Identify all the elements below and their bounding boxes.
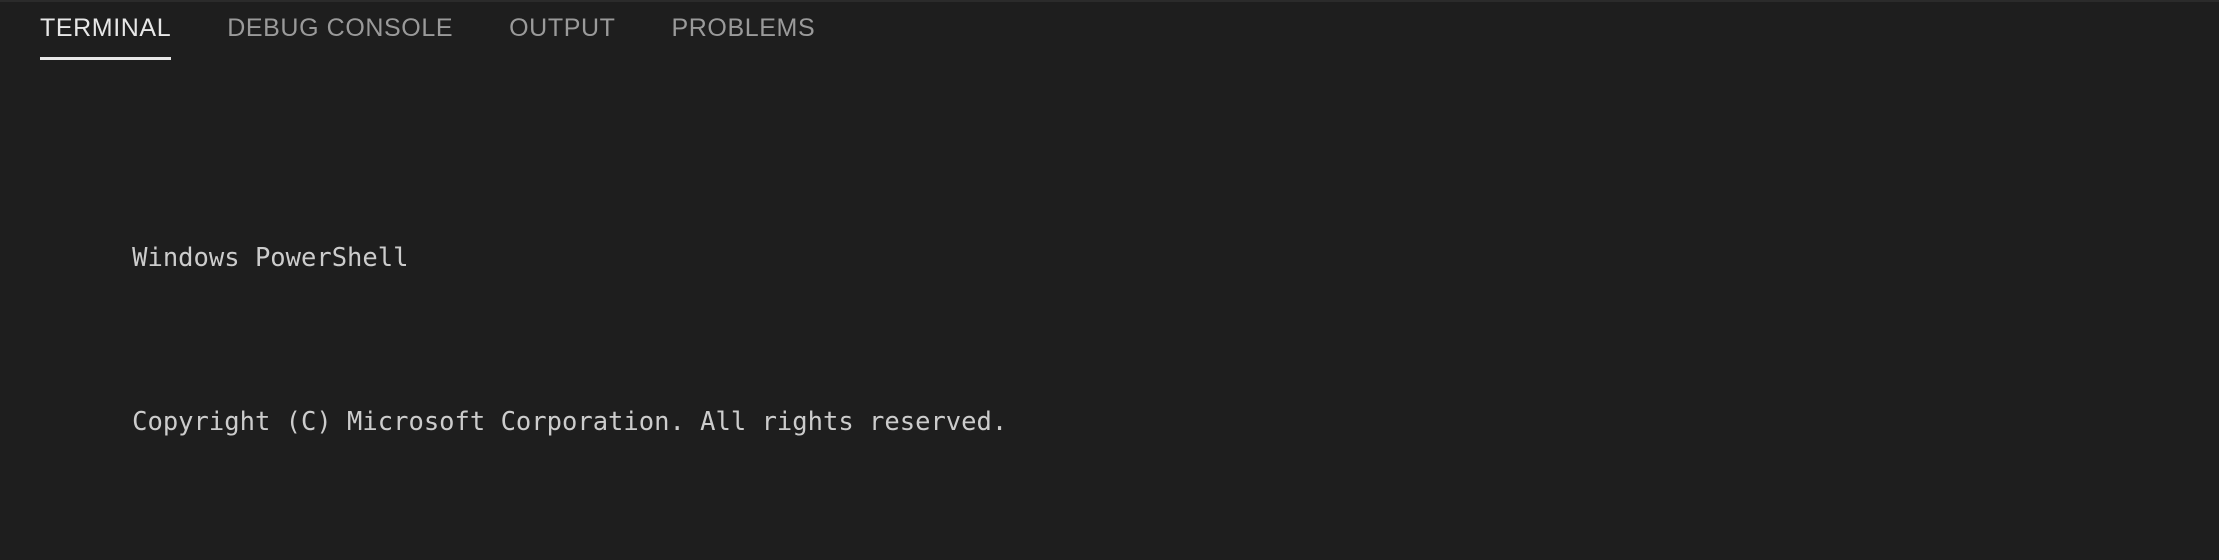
terminal-text: Windows PowerShell [132,243,409,273]
tab-output[interactable]: OUTPUT [509,2,643,54]
tab-problems[interactable]: PROBLEMS [672,2,844,54]
tab-terminal-label: TERMINAL [40,13,172,42]
panel-tabs: TERMINAL DEBUG CONSOLE OUTPUT PROBLEMS [40,2,871,68]
terminal-output[interactable]: Windows PowerShell Copyright (C) Microso… [0,68,2219,560]
panel-tab-bar: TERMINAL DEBUG CONSOLE OUTPUT PROBLEMS [0,0,2219,68]
tab-active-underline [40,57,172,60]
tab-debug-console[interactable]: DEBUG CONSOLE [227,2,481,54]
terminal-text: Copyright (C) Microsoft Corporation. All… [132,407,1008,437]
terminal-panel: TERMINAL DEBUG CONSOLE OUTPUT PROBLEMS W… [0,0,2219,560]
tab-output-label: OUTPUT [509,13,616,42]
terminal-line: Copyright (C) Microsoft Corporation. All… [40,361,2219,437]
tab-debug-console-label: DEBUG CONSOLE [227,13,454,42]
terminal-line: Windows PowerShell [40,197,2219,273]
tab-terminal[interactable]: TERMINAL [40,2,199,60]
tab-problems-label: PROBLEMS [671,13,816,42]
